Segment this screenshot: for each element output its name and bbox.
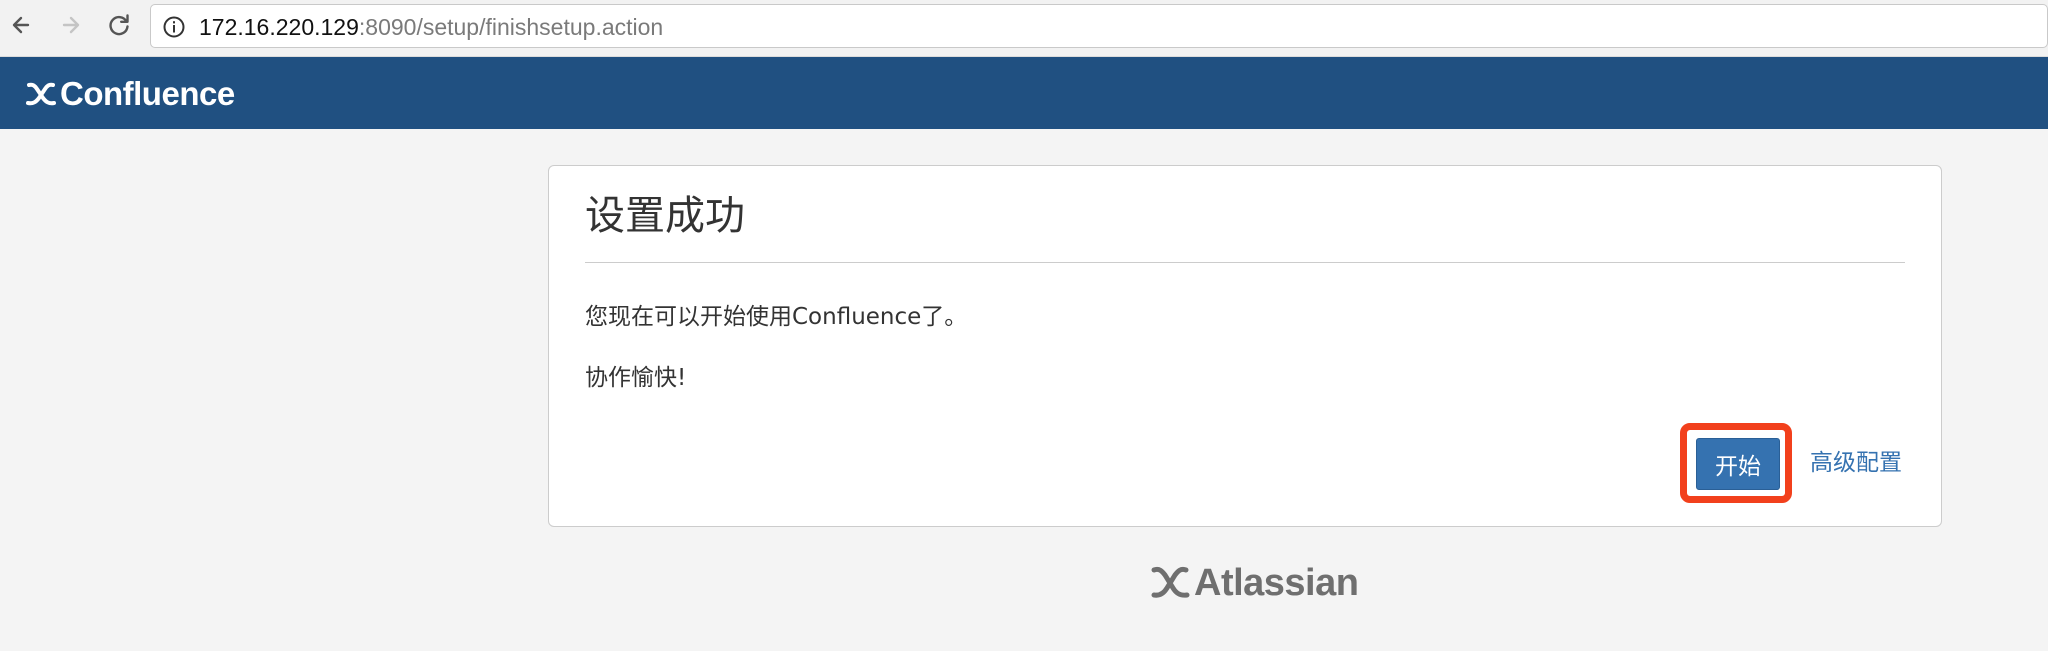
back-button[interactable] [6, 10, 36, 40]
atlassian-logo-icon [1151, 566, 1190, 598]
forward-arrow-icon [62, 16, 80, 34]
start-button[interactable]: 开始 [1696, 438, 1780, 490]
confluence-logo-text: Confluence [60, 75, 235, 112]
page-title: 设置成功 [585, 193, 745, 239]
url-host: 172.16.220.129 [199, 14, 359, 40]
atlassian-logo-text: Atlassian [1194, 561, 1359, 604]
reload-icon [109, 14, 129, 36]
app-header: Confluence [0, 57, 2048, 129]
address-bar[interactable]: 172.16.220.129:8090/setup/finishsetup.ac… [150, 4, 2048, 48]
info-icon[interactable] [162, 15, 186, 39]
url-path: :8090/setup/finishsetup.action [358, 14, 664, 40]
back-arrow-icon [12, 16, 30, 34]
atlassian-logo: Atlassian [1150, 560, 1359, 606]
confluence-logo[interactable]: Confluence [24, 75, 235, 113]
advanced-config-link[interactable]: 高级配置 [1810, 448, 1902, 478]
confluence-logo-icon [26, 82, 56, 106]
browser-toolbar: 172.16.220.129:8090/setup/finishsetup.ac… [0, 0, 2048, 57]
forward-button[interactable] [56, 10, 86, 40]
setup-success-panel: 设置成功 您现在可以开始使用Confluence了。 协作愉快! 开始 高级配置 [548, 165, 1942, 527]
reload-button[interactable] [104, 10, 134, 40]
url-text[interactable]: 172.16.220.129:8090/setup/finishsetup.ac… [199, 14, 663, 40]
success-message: 您现在可以开始使用Confluence了。 [585, 304, 968, 330]
divider [585, 262, 1905, 263]
collaboration-message: 协作愉快! [585, 365, 687, 391]
